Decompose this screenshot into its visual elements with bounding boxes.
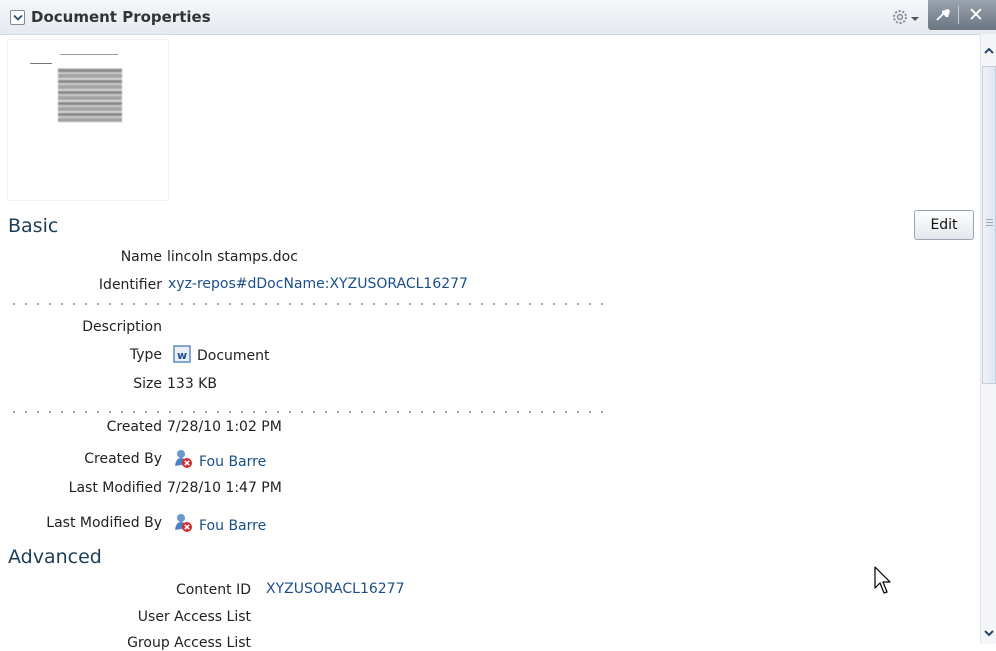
pin-icon: [936, 9, 950, 21]
scroll-thumb[interactable]: [982, 66, 996, 384]
group-access-label: Group Access List: [127, 635, 251, 651]
chevron-down-icon: [13, 14, 23, 21]
identifier-field[interactable]: xyz-repos#dDocName:XYZUSORACL16277: [164, 271, 616, 297]
panel-title: Document Properties: [31, 8, 211, 26]
thumbnail-caption: [30, 63, 52, 64]
scroll-down-button[interactable]: [982, 626, 996, 640]
section-title-advanced: Advanced: [8, 546, 102, 568]
pin-button[interactable]: [936, 8, 952, 26]
document-thumbnail[interactable]: [8, 40, 168, 200]
name-value: lincoln stamps.doc: [167, 249, 298, 265]
word-document-icon: w: [173, 345, 191, 363]
created-by-value: Fou Barre: [173, 449, 266, 470]
gear-menu-button[interactable]: [892, 9, 922, 27]
chevron-up-icon: [984, 47, 994, 54]
close-icon: ✕: [968, 4, 984, 26]
content-id-label: Content ID: [175, 582, 251, 598]
content-id-value: XYZUSORACL16277: [266, 581, 405, 597]
user-access-label: User Access List: [137, 609, 251, 625]
type-text: Document: [197, 348, 270, 364]
divider: [8, 411, 608, 413]
identifier-value: xyz-repos#dDocName:XYZUSORACL16277: [168, 276, 468, 292]
close-button[interactable]: ✕: [968, 5, 984, 25]
vertical-scrollbar[interactable]: [980, 34, 996, 644]
last-modified-by-link[interactable]: Fou Barre: [199, 518, 266, 534]
panel-header: Document Properties ✕: [0, 0, 996, 35]
description-label: Description: [82, 319, 162, 335]
thumbnail-image: [58, 68, 122, 122]
last-modified-by-label: Last Modified By: [46, 515, 162, 531]
section-title-basic: Basic: [8, 215, 59, 237]
user-icon: [175, 450, 192, 468]
type-label: Type: [129, 347, 162, 363]
content-id-field[interactable]: XYZUSORACL16277: [262, 576, 496, 602]
mouse-cursor-icon: [874, 566, 891, 594]
gear-icon: [893, 10, 919, 24]
user-icon: [175, 514, 192, 532]
scroll-up-button[interactable]: [982, 44, 996, 58]
name-label: Name: [120, 249, 162, 265]
svg-text:w: w: [177, 349, 187, 362]
size-value: 133 KB: [167, 376, 217, 392]
created-value: 7/28/10 1:02 PM: [167, 419, 282, 435]
type-value: w Document: [173, 345, 270, 364]
grip-icon: [986, 219, 993, 220]
collapse-button[interactable]: [10, 10, 25, 25]
last-modified-by-value: Fou Barre: [173, 513, 266, 534]
created-by-link[interactable]: Fou Barre: [199, 454, 266, 470]
chevron-down-icon: [984, 630, 994, 637]
last-modified-value: 7/28/10 1:47 PM: [167, 480, 282, 496]
last-modified-label: Last Modified: [68, 480, 162, 496]
created-label: Created: [106, 419, 162, 435]
identifier-label: Identifier: [98, 277, 162, 293]
divider: [958, 6, 959, 24]
panel-window-controls: ✕: [928, 0, 996, 30]
edit-button[interactable]: Edit: [914, 210, 974, 240]
thumbnail-heading: [60, 54, 118, 55]
divider: [8, 303, 608, 305]
size-label: Size: [133, 376, 162, 392]
created-by-label: Created By: [84, 451, 162, 467]
